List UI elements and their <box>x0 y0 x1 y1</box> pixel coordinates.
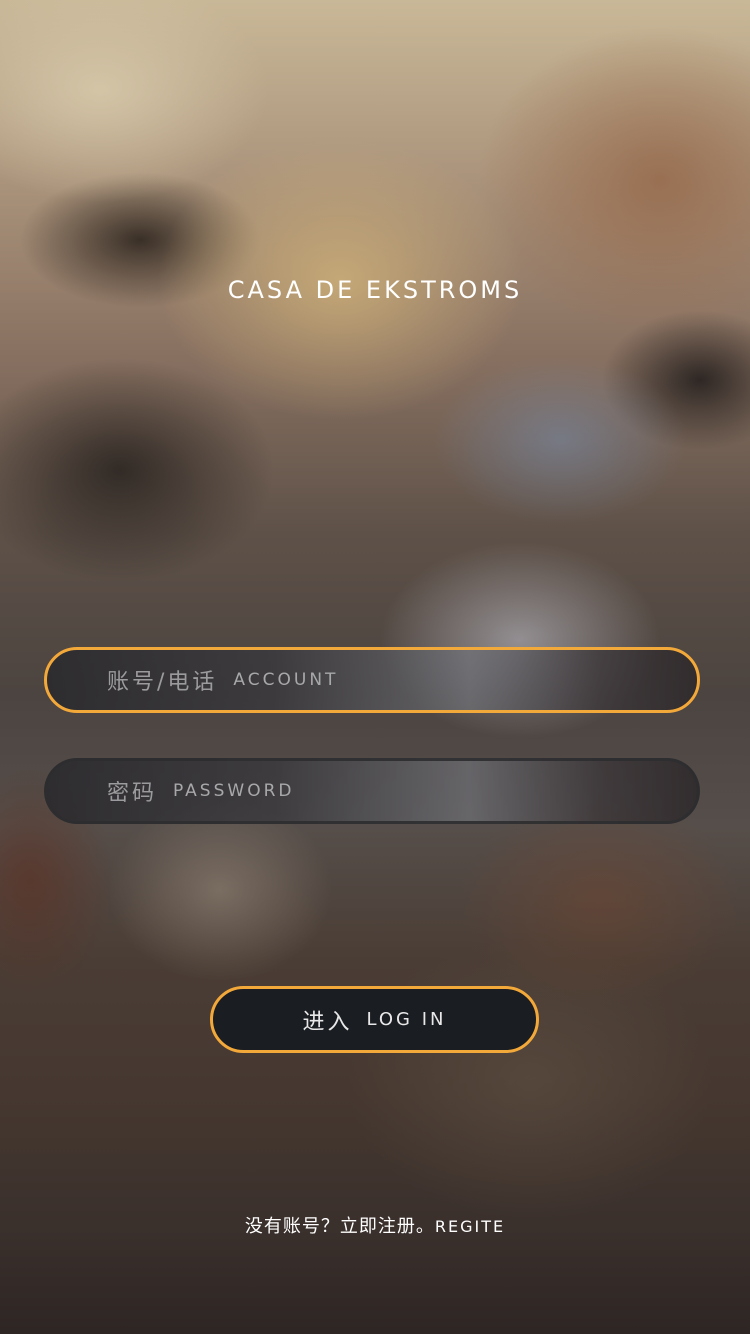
register-prompt-text: 没有账号？立即注册。 <box>244 1216 435 1237</box>
login-button[interactable]: 进入 LOG IN <box>210 986 539 1053</box>
password-field[interactable]: 密码 PASSWORD <box>44 758 700 824</box>
app-title: CASA DE EKSTROMS <box>227 276 523 304</box>
register-prompt: 没有账号？立即注册。REGITE <box>0 1212 750 1238</box>
login-label-cn: 进入 <box>302 1009 353 1035</box>
register-link[interactable]: REGITE <box>435 1217 505 1236</box>
login-label-en: LOG IN <box>366 1009 447 1030</box>
account-field[interactable]: 账号/电话 ACCOUNT <box>44 647 700 713</box>
